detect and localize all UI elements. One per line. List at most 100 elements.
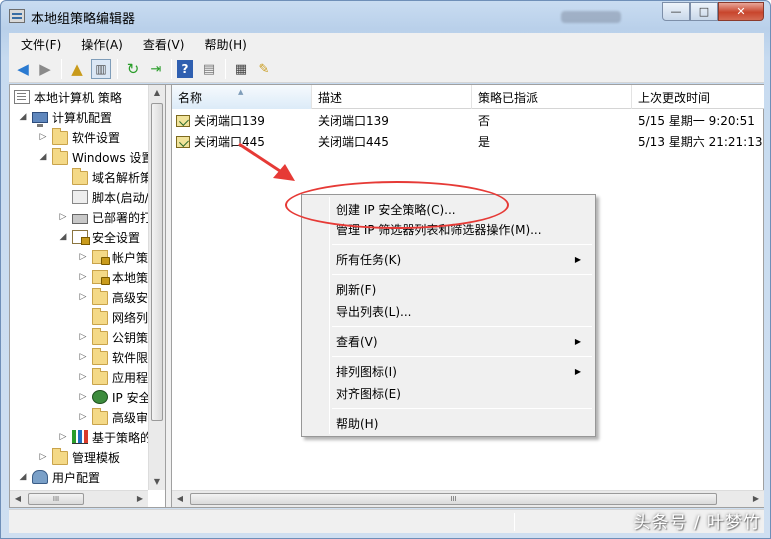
menu-view[interactable]: 查看(V) bbox=[131, 36, 193, 53]
menu-bar: 文件(F) 操作(A) 查看(V) 帮助(H) bbox=[9, 33, 764, 55]
tree-item-security-settings[interactable]: ◢ 安全设置 bbox=[58, 227, 140, 247]
tree-item-label: Windows 设置 bbox=[72, 150, 154, 165]
menu-item-export-list[interactable]: 导出列表(L)... bbox=[304, 301, 593, 323]
column-header-description[interactable]: 描述 bbox=[312, 85, 472, 109]
locked-folder-icon bbox=[92, 270, 110, 285]
tree-horizontal-scrollbar[interactable]: ◀ III ▶ bbox=[10, 490, 148, 507]
tree-item-windows-settings[interactable]: ◢ Windows 设置 bbox=[38, 147, 153, 167]
column-header-name[interactable]: ▲ 名称 bbox=[172, 85, 312, 109]
policy-icon bbox=[14, 90, 30, 104]
expand-toggle[interactable]: ▷ bbox=[78, 392, 88, 402]
folder-icon bbox=[92, 348, 108, 365]
new-policy-icon[interactable]: ✎ bbox=[254, 59, 274, 79]
menu-file[interactable]: 文件(F) bbox=[9, 36, 69, 53]
collapse-toggle[interactable]: ◢ bbox=[38, 152, 48, 162]
close-button[interactable]: ✕ bbox=[718, 2, 764, 21]
forward-icon[interactable]: ▶ bbox=[35, 59, 55, 79]
menu-item-arrange-icons[interactable]: 排列图标(I) ▶ bbox=[304, 361, 593, 383]
minimize-button[interactable]: — bbox=[662, 2, 690, 21]
scroll-thumb[interactable] bbox=[151, 103, 163, 421]
expand-toggle[interactable]: ▷ bbox=[58, 432, 68, 442]
tree-item-policy-qos[interactable]: ▷ 基于策略的 bbox=[58, 427, 152, 447]
tree-item-label: 用户配置 bbox=[52, 470, 101, 485]
expand-toggle[interactable]: ▷ bbox=[78, 352, 88, 362]
scroll-right-icon[interactable]: ▶ bbox=[132, 491, 148, 507]
scroll-left-icon[interactable]: ◀ bbox=[172, 491, 188, 507]
printer-icon bbox=[72, 214, 88, 224]
refresh-icon[interactable]: ↻ bbox=[123, 59, 143, 79]
export-list-icon[interactable]: ⇥ bbox=[146, 59, 166, 79]
scroll-right-icon[interactable]: ▶ bbox=[748, 491, 764, 507]
tree-vertical-scrollbar[interactable]: ▲ ▼ bbox=[148, 85, 165, 490]
pane-splitter[interactable] bbox=[165, 85, 172, 507]
security-settings-icon bbox=[72, 230, 90, 245]
tree-item-software-settings[interactable]: ▷ 软件设置 bbox=[38, 127, 120, 147]
console-view-icon[interactable]: ▤ bbox=[199, 59, 219, 79]
ip-policy-icon bbox=[176, 136, 190, 148]
scroll-up-icon[interactable]: ▲ bbox=[149, 85, 165, 101]
title-bar: 本地组策略编辑器 — □ ✕ bbox=[1, 1, 770, 31]
menu-separator bbox=[332, 244, 592, 245]
cell-modified: 5/13 星期六 21:21:13 bbox=[638, 135, 763, 149]
expand-toggle[interactable]: ▷ bbox=[78, 292, 88, 302]
folder-icon bbox=[72, 168, 88, 185]
policy-editor-icon bbox=[9, 9, 25, 23]
collapse-toggle[interactable]: ◢ bbox=[18, 472, 28, 482]
tree-item-label: 软件设置 bbox=[72, 130, 121, 145]
tree-item-label: 基于策略的 bbox=[92, 430, 153, 445]
script-icon bbox=[72, 190, 88, 204]
menu-action[interactable]: 操作(A) bbox=[69, 36, 131, 53]
folder-icon bbox=[92, 368, 108, 385]
expand-toggle[interactable]: ▷ bbox=[58, 212, 68, 222]
sort-ascending-icon: ▲ bbox=[238, 88, 244, 96]
watermark: 头条号 / 叶梦竹 bbox=[633, 513, 761, 533]
help-icon[interactable]: ? bbox=[177, 60, 193, 78]
column-header-modified[interactable]: 上次更改时间 bbox=[632, 85, 764, 109]
back-icon[interactable]: ◀ bbox=[13, 59, 33, 79]
expand-toggle[interactable]: ▷ bbox=[38, 132, 48, 142]
column-header-assigned[interactable]: 策略已指派 bbox=[472, 85, 632, 109]
expand-toggle[interactable]: ▷ bbox=[78, 412, 88, 422]
table-row[interactable]: 关闭端口139 关闭端口139 否 5/15 星期一 9:20:51 bbox=[172, 111, 764, 132]
menu-item-help[interactable]: 帮助(H) bbox=[304, 413, 593, 435]
menu-help[interactable]: 帮助(H) bbox=[192, 36, 254, 53]
up-folder-icon[interactable]: ▲ bbox=[67, 59, 87, 79]
annotation-arrow-icon bbox=[238, 142, 295, 181]
tree-item-label: 安全设置 bbox=[92, 230, 141, 245]
collapse-toggle[interactable]: ◢ bbox=[58, 232, 68, 242]
submenu-arrow-icon: ▶ bbox=[574, 367, 581, 376]
tree-pane: 本地计算机 策略 ◢ 计算机配置 ▷ 软件设置 ◢ Windows 设置 域名解… bbox=[10, 85, 165, 507]
cell-assigned: 否 bbox=[478, 114, 491, 128]
bar-chart-icon bbox=[72, 430, 88, 444]
tree-item-computer-config[interactable]: ◢ 计算机配置 bbox=[18, 107, 112, 127]
tree-item-user-config[interactable]: ◢ 用户配置 bbox=[18, 467, 100, 487]
collapse-toggle[interactable]: ◢ bbox=[18, 112, 28, 122]
expand-toggle[interactable]: ▷ bbox=[78, 252, 88, 262]
highlight-ellipse bbox=[285, 181, 509, 229]
folder-icon bbox=[52, 148, 68, 165]
scroll-left-icon[interactable]: ◀ bbox=[10, 491, 26, 507]
properties-icon[interactable]: ▦ bbox=[231, 59, 251, 79]
folder-icon bbox=[92, 288, 108, 305]
expand-toggle[interactable]: ▷ bbox=[78, 372, 88, 382]
tree-item-admin-templates[interactable]: ▷ 管理模板 bbox=[38, 447, 120, 467]
scroll-thumb[interactable]: III bbox=[190, 493, 717, 505]
show-tree-icon[interactable]: ▥ bbox=[91, 59, 111, 79]
maximize-button[interactable]: □ bbox=[690, 2, 718, 21]
menu-item-line-up-icons[interactable]: 对齐图标(E) bbox=[304, 383, 593, 405]
cell-name: 关闭端口139 bbox=[194, 114, 265, 128]
menu-item-view[interactable]: 查看(V) ▶ bbox=[304, 331, 593, 353]
list-horizontal-scrollbar[interactable]: ◀ III ▶ bbox=[172, 490, 764, 507]
tree-item-label: 计算机配置 bbox=[52, 110, 113, 125]
expand-toggle[interactable]: ▷ bbox=[78, 272, 88, 282]
expand-toggle[interactable]: ▷ bbox=[78, 332, 88, 342]
menu-item-refresh[interactable]: 刷新(F) bbox=[304, 279, 593, 301]
tree-item-local-policy[interactable]: 本地计算机 策略 bbox=[14, 87, 122, 107]
menu-item-all-tasks[interactable]: 所有任务(K) ▶ bbox=[304, 249, 593, 271]
expand-toggle[interactable]: ▷ bbox=[38, 452, 48, 462]
cell-description: 关闭端口445 bbox=[318, 135, 389, 149]
scroll-thumb[interactable]: III bbox=[28, 493, 84, 505]
scroll-down-icon[interactable]: ▼ bbox=[149, 474, 165, 490]
obscured-title-region bbox=[561, 11, 621, 23]
folder-icon bbox=[52, 448, 68, 465]
